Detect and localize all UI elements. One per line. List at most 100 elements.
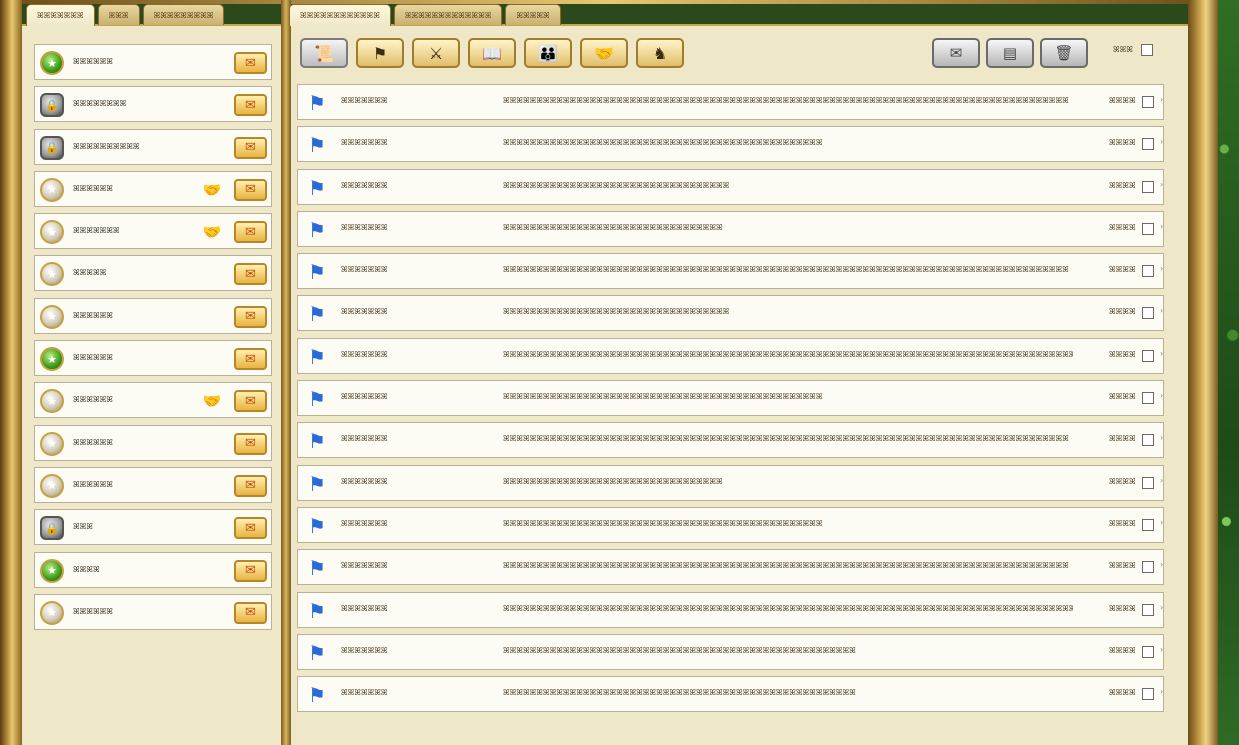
message-row[interactable]: ⚑ ꕤꕤꕤꕤꕤꕤꕤ ꕤꕤꕤꕤꕤꕤꕤꕤꕤꕤꕤꕤꕤꕤꕤꕤꕤꕤꕤꕤꕤꕤꕤꕤꕤꕤꕤꕤꕤꕤꕤꕤ… — [297, 549, 1164, 586]
tab-ignore[interactable]: ꕤꕤꕤꕤꕤꕤꕤꕤꕤ — [142, 4, 225, 25]
message-subject[interactable]: ꕤꕤꕤꕤꕤꕤꕤꕤꕤꕤꕤꕤꕤꕤꕤꕤꕤꕤꕤꕤꕤꕤꕤꕤꕤꕤꕤꕤꕤꕤꕤꕤꕤꕤꕤꕤꕤꕤꕤꕤ… — [503, 688, 856, 698]
inbox-button[interactable]: ▤ — [986, 38, 1034, 68]
message-checkbox[interactable] — [1142, 603, 1154, 616]
message-row[interactable]: ⚑ ꕤꕤꕤꕤꕤꕤꕤ ꕤꕤꕤꕤꕤꕤꕤꕤꕤꕤꕤꕤꕤꕤꕤꕤꕤꕤꕤꕤꕤꕤꕤꕤꕤꕤꕤꕤꕤꕤꕤꕤ… — [297, 253, 1164, 290]
family-icon: 👪 — [538, 43, 558, 63]
message-row[interactable]: ⚑ ꕤꕤꕤꕤꕤꕤꕤ ꕤꕤꕤꕤꕤꕤꕤꕤꕤꕤꕤꕤꕤꕤꕤꕤꕤꕤꕤꕤꕤꕤꕤꕤꕤꕤꕤꕤꕤꕤꕤꕤ… — [297, 464, 1164, 501]
send-mail-button[interactable]: ✉ — [234, 305, 267, 328]
message-checkbox[interactable] — [1142, 265, 1154, 278]
message-row[interactable]: ⚑ ꕤꕤꕤꕤꕤꕤꕤ ꕤꕤꕤꕤꕤꕤꕤꕤꕤꕤꕤꕤꕤꕤꕤꕤꕤꕤꕤꕤꕤꕤꕤꕤꕤꕤꕤꕤꕤꕤꕤꕤ… — [297, 84, 1164, 120]
message-row[interactable]: ⚑ ꕤꕤꕤꕤꕤꕤꕤ ꕤꕤꕤꕤꕤꕤꕤꕤꕤꕤꕤꕤꕤꕤꕤꕤꕤꕤꕤꕤꕤꕤꕤꕤꕤꕤꕤꕤꕤꕤꕤꕤ… — [297, 633, 1164, 670]
knight-filter-button[interactable]: ♞ — [636, 38, 684, 68]
send-mail-button[interactable]: ✉ — [234, 52, 267, 74]
message-sender: ꕤꕤꕤꕤꕤꕤꕤ — [341, 138, 388, 148]
message-subject[interactable]: ꕤꕤꕤꕤꕤꕤꕤꕤꕤꕤꕤꕤꕤꕤꕤꕤꕤꕤꕤꕤꕤꕤꕤꕤꕤꕤꕤꕤꕤꕤꕤꕤꕤꕤꕤꕤꕤꕤꕤꕤ… — [503, 138, 822, 148]
message-checkbox[interactable] — [1142, 307, 1154, 320]
contact-row[interactable]: ★ ꕤꕤꕤꕤꕤꕤ ✉ — [34, 593, 272, 630]
contact-row[interactable]: ★ ꕤꕤꕤꕤꕤꕤ ✉ — [34, 44, 272, 80]
message-subject[interactable]: ꕤꕤꕤꕤꕤꕤꕤꕤꕤꕤꕤꕤꕤꕤꕤꕤꕤꕤꕤꕤꕤꕤꕤꕤꕤꕤꕤꕤꕤꕤꕤꕤꕤꕤꕤꕤꕤꕤꕤꕤ… — [503, 350, 1073, 360]
select-all-checkbox[interactable] — [1141, 44, 1153, 56]
contact-name: ꕤꕤꕤꕤ — [73, 564, 100, 574]
scroll-filter-button[interactable]: 📜 — [300, 38, 348, 68]
message-checkbox[interactable] — [1142, 688, 1154, 701]
tab-contacts[interactable]: ꕤꕤꕤꕤꕤꕤꕤ — [26, 4, 95, 26]
message-checkbox[interactable] — [1142, 349, 1154, 362]
message-checkbox[interactable] — [1142, 222, 1154, 235]
send-mail-button[interactable]: ✉ — [234, 136, 267, 159]
offline-status-icon: ★ — [40, 600, 64, 625]
contact-row[interactable]: ★ ꕤꕤꕤꕤꕤꕤ 🤝 ✉ — [34, 170, 272, 207]
message-sender: ꕤꕤꕤꕤꕤꕤꕤ — [341, 265, 388, 275]
send-mail-button[interactable]: ✉ — [234, 390, 267, 413]
tab-sent[interactable]: ꕤꕤꕤꕤꕤꕤꕤꕤꕤꕤꕤꕤꕤ — [393, 4, 503, 25]
message-row[interactable]: ⚑ ꕤꕤꕤꕤꕤꕤꕤ ꕤꕤꕤꕤꕤꕤꕤꕤꕤꕤꕤꕤꕤꕤꕤꕤꕤꕤꕤꕤꕤꕤꕤꕤꕤꕤꕤꕤꕤꕤꕤꕤ… — [297, 506, 1164, 543]
contact-row[interactable]: ★ ꕤꕤꕤꕤꕤꕤ ✉ — [34, 424, 272, 461]
contact-row[interactable]: ★ ꕤꕤꕤꕤ ✉ — [34, 551, 272, 588]
message-row[interactable]: ⚑ ꕤꕤꕤꕤꕤꕤꕤ ꕤꕤꕤꕤꕤꕤꕤꕤꕤꕤꕤꕤꕤꕤꕤꕤꕤꕤꕤꕤꕤꕤꕤꕤꕤꕤꕤꕤꕤꕤꕤꕤ… — [297, 422, 1164, 459]
send-mail-button[interactable]: ✉ — [234, 263, 267, 286]
contact-row[interactable]: ★ ꕤꕤꕤꕤꕤ ✉ — [34, 255, 272, 292]
message-checkbox[interactable] — [1142, 96, 1154, 108]
contact-row[interactable]: ★ ꕤꕤꕤꕤꕤꕤꕤ 🤝 ✉ — [34, 213, 272, 250]
contact-row[interactable]: ★ ꕤꕤꕤꕤꕤꕤ 🤝 ✉ — [34, 382, 272, 419]
message-subject[interactable]: ꕤꕤꕤꕤꕤꕤꕤꕤꕤꕤꕤꕤꕤꕤꕤꕤꕤꕤꕤꕤꕤꕤꕤꕤꕤꕤꕤꕤꕤꕤꕤꕤꕤꕤꕤꕤꕤꕤꕤꕤ… — [503, 561, 1069, 571]
book-filter-button[interactable]: 📖 — [468, 38, 516, 68]
chevron-right-icon: › — [1160, 306, 1164, 316]
send-mail-button[interactable]: ✉ — [234, 221, 267, 244]
message-checkbox[interactable] — [1142, 138, 1154, 151]
message-subject[interactable]: ꕤꕤꕤꕤꕤꕤꕤꕤꕤꕤꕤꕤꕤꕤꕤꕤꕤꕤꕤꕤꕤꕤꕤꕤꕤꕤꕤꕤꕤꕤꕤꕤꕤꕤꕤꕤꕤꕤꕤꕤ… — [503, 392, 822, 402]
message-row[interactable]: ⚑ ꕤꕤꕤꕤꕤꕤꕤ ꕤꕤꕤꕤꕤꕤꕤꕤꕤꕤꕤꕤꕤꕤꕤꕤꕤꕤꕤꕤꕤꕤꕤꕤꕤꕤꕤꕤꕤꕤꕤꕤ… — [297, 126, 1164, 163]
contact-row[interactable]: 🔒 ꕤꕤꕤꕤꕤꕤꕤꕤ ✉ — [34, 86, 272, 123]
tab-clan[interactable]: ꕤꕤꕤ — [97, 4, 140, 25]
tab-inbox[interactable]: ꕤꕤꕤꕤꕤꕤꕤꕤꕤꕤꕤꕤ — [289, 4, 391, 26]
message-subject[interactable]: ꕤꕤꕤꕤꕤꕤꕤꕤꕤꕤꕤꕤꕤꕤꕤꕤꕤꕤꕤꕤꕤꕤꕤꕤꕤꕤꕤꕤꕤꕤꕤꕤꕤꕤꕤꕤꕤꕤꕤꕤ… — [503, 265, 1069, 275]
message-checkbox[interactable] — [1142, 645, 1154, 658]
send-mail-button[interactable]: ✉ — [234, 559, 267, 582]
message-row[interactable]: ⚑ ꕤꕤꕤꕤꕤꕤꕤ ꕤꕤꕤꕤꕤꕤꕤꕤꕤꕤꕤꕤꕤꕤꕤꕤꕤꕤꕤꕤꕤꕤꕤꕤꕤꕤꕤꕤꕤꕤꕤꕤ… — [297, 676, 1164, 713]
message-checkbox[interactable] — [1142, 561, 1154, 574]
send-mail-button[interactable]: ✉ — [234, 474, 267, 497]
message-subject[interactable]: ꕤꕤꕤꕤꕤꕤꕤꕤꕤꕤꕤꕤꕤꕤꕤꕤꕤꕤꕤꕤꕤꕤꕤꕤꕤꕤꕤꕤꕤꕤꕤꕤꕤꕤ — [503, 181, 729, 191]
contact-row[interactable]: ★ ꕤꕤꕤꕤꕤꕤ ✉ — [34, 297, 272, 334]
message-checkbox[interactable] — [1142, 392, 1154, 405]
message-row[interactable]: ⚑ ꕤꕤꕤꕤꕤꕤꕤ ꕤꕤꕤꕤꕤꕤꕤꕤꕤꕤꕤꕤꕤꕤꕤꕤꕤꕤꕤꕤꕤꕤꕤꕤꕤꕤꕤꕤꕤꕤꕤꕤ… — [297, 295, 1164, 332]
send-mail-button[interactable]: ✉ — [234, 348, 267, 371]
contact-row[interactable]: 🔒 ꕤꕤꕤꕤꕤꕤꕤꕤꕤꕤ ✉ — [34, 128, 272, 165]
message-subject[interactable]: ꕤꕤꕤꕤꕤꕤꕤꕤꕤꕤꕤꕤꕤꕤꕤꕤꕤꕤꕤꕤꕤꕤꕤꕤꕤꕤꕤꕤꕤꕤꕤꕤꕤꕤꕤꕤꕤꕤꕤꕤ… — [503, 434, 1069, 444]
message-checkbox[interactable] — [1142, 518, 1154, 531]
message-checkbox[interactable] — [1142, 434, 1154, 447]
message-subject[interactable]: ꕤꕤꕤꕤꕤꕤꕤꕤꕤꕤꕤꕤꕤꕤꕤꕤꕤꕤꕤꕤꕤꕤꕤꕤꕤꕤꕤꕤꕤꕤꕤꕤꕤꕤꕤꕤꕤꕤꕤꕤ… — [503, 519, 822, 529]
contact-row[interactable]: ★ ꕤꕤꕤꕤꕤꕤ ✉ — [34, 466, 272, 503]
contact-row[interactable]: ★ ꕤꕤꕤꕤꕤꕤ ✉ — [34, 340, 272, 377]
message-subject[interactable]: ꕤꕤꕤꕤꕤꕤꕤꕤꕤꕤꕤꕤꕤꕤꕤꕤꕤꕤꕤꕤꕤꕤꕤꕤꕤꕤꕤꕤꕤꕤꕤꕤꕤꕤꕤꕤꕤꕤꕤꕤ… — [503, 646, 856, 656]
send-mail-button[interactable]: ✉ — [234, 517, 267, 540]
send-mail-button[interactable]: ✉ — [234, 601, 267, 624]
chevron-right-icon: › — [1160, 264, 1164, 274]
message-row[interactable]: ⚑ ꕤꕤꕤꕤꕤꕤꕤ ꕤꕤꕤꕤꕤꕤꕤꕤꕤꕤꕤꕤꕤꕤꕤꕤꕤꕤꕤꕤꕤꕤꕤꕤꕤꕤꕤꕤꕤꕤꕤꕤ… — [297, 337, 1164, 374]
message-subject[interactable]: ꕤꕤꕤꕤꕤꕤꕤꕤꕤꕤꕤꕤꕤꕤꕤꕤꕤꕤꕤꕤꕤꕤꕤꕤꕤꕤꕤꕤꕤꕤꕤꕤꕤꕤ — [503, 307, 729, 317]
message-checkbox[interactable] — [1142, 476, 1154, 489]
send-mail-button[interactable]: ✉ — [234, 94, 267, 117]
message-subject[interactable]: ꕤꕤꕤꕤꕤꕤꕤꕤꕤꕤꕤꕤꕤꕤꕤꕤꕤꕤꕤꕤꕤꕤꕤꕤꕤꕤꕤꕤꕤꕤꕤꕤꕤꕤꕤꕤꕤꕤꕤꕤ… — [503, 604, 1073, 614]
message-checkbox[interactable] — [1142, 180, 1154, 193]
handshake-filter-button[interactable]: 🤝 — [580, 38, 628, 68]
message-row[interactable]: ⚑ ꕤꕤꕤꕤꕤꕤꕤ ꕤꕤꕤꕤꕤꕤꕤꕤꕤꕤꕤꕤꕤꕤꕤꕤꕤꕤꕤꕤꕤꕤꕤꕤꕤꕤꕤꕤꕤꕤꕤꕤ… — [297, 210, 1164, 247]
flag-filter-button[interactable]: ⚑ — [356, 38, 404, 68]
message-subject[interactable]: ꕤꕤꕤꕤꕤꕤꕤꕤꕤꕤꕤꕤꕤꕤꕤꕤꕤꕤꕤꕤꕤꕤꕤꕤꕤꕤꕤꕤꕤꕤꕤꕤꕤ — [503, 477, 723, 487]
contact-row[interactable]: 🔒 ꕤꕤꕤ ✉ — [34, 509, 272, 546]
trash-button[interactable]: 🗑 — [1040, 38, 1088, 68]
message-row[interactable]: ⚑ ꕤꕤꕤꕤꕤꕤꕤ ꕤꕤꕤꕤꕤꕤꕤꕤꕤꕤꕤꕤꕤꕤꕤꕤꕤꕤꕤꕤꕤꕤꕤꕤꕤꕤꕤꕤꕤꕤꕤꕤ… — [297, 591, 1164, 628]
family-filter-button[interactable]: 👪 — [524, 38, 572, 68]
send-mail-button[interactable]: ✉ — [234, 432, 267, 455]
message-row[interactable]: ⚑ ꕤꕤꕤꕤꕤꕤꕤ ꕤꕤꕤꕤꕤꕤꕤꕤꕤꕤꕤꕤꕤꕤꕤꕤꕤꕤꕤꕤꕤꕤꕤꕤꕤꕤꕤꕤꕤꕤꕤꕤ… — [297, 168, 1164, 205]
delete-label: ꕤꕤꕤꕤ — [1109, 307, 1136, 317]
message-row[interactable]: ⚑ ꕤꕤꕤꕤꕤꕤꕤ ꕤꕤꕤꕤꕤꕤꕤꕤꕤꕤꕤꕤꕤꕤꕤꕤꕤꕤꕤꕤꕤꕤꕤꕤꕤꕤꕤꕤꕤꕤꕤꕤ… — [297, 380, 1164, 417]
message-subject[interactable]: ꕤꕤꕤꕤꕤꕤꕤꕤꕤꕤꕤꕤꕤꕤꕤꕤꕤꕤꕤꕤꕤꕤꕤꕤꕤꕤꕤꕤꕤꕤꕤꕤꕤꕤꕤꕤꕤꕤꕤꕤ… — [503, 96, 1069, 106]
flag-icon: ⚑ — [308, 302, 326, 327]
message-subject[interactable]: ꕤꕤꕤꕤꕤꕤꕤꕤꕤꕤꕤꕤꕤꕤꕤꕤꕤꕤꕤꕤꕤꕤꕤꕤꕤꕤꕤꕤꕤꕤꕤꕤꕤ — [503, 223, 723, 233]
tab-compose[interactable]: ꕤꕤꕤꕤꕤ — [505, 4, 561, 25]
mail-button[interactable]: ✉ — [932, 38, 980, 68]
sword-filter-button[interactable]: ⚔ — [412, 38, 460, 68]
message-sender: ꕤꕤꕤꕤꕤꕤꕤ — [341, 518, 388, 528]
send-mail-button[interactable]: ✉ — [234, 178, 267, 201]
